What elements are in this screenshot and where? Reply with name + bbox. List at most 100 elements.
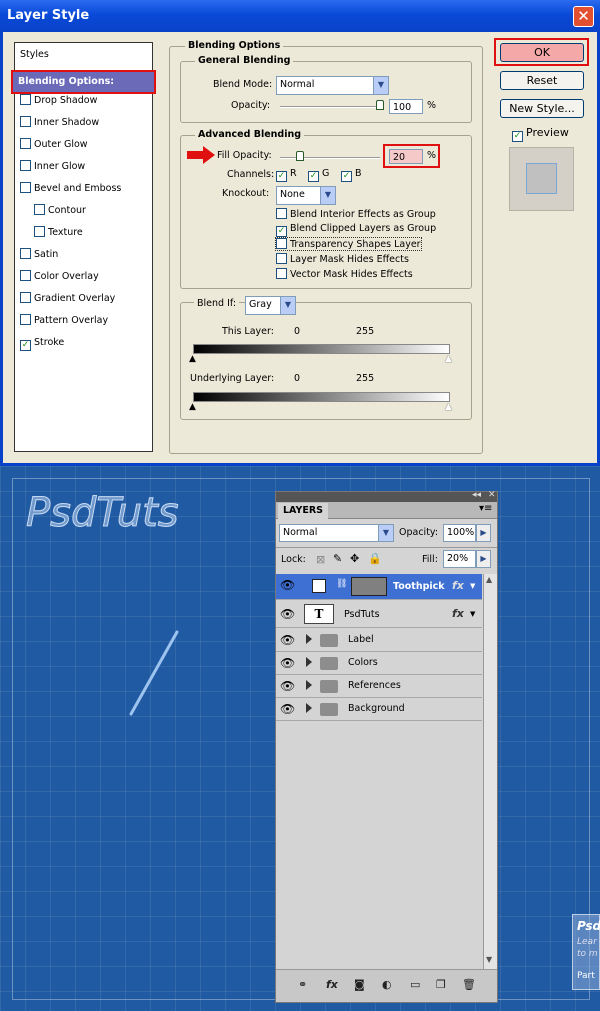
slider-handle-black[interactable]: ▲ — [189, 354, 196, 364]
checkbox[interactable] — [20, 248, 31, 259]
mask-icon[interactable]: ◙ — [354, 978, 365, 991]
style-item-drop-shadow[interactable]: Drop Shadow — [15, 91, 152, 111]
fx-icon[interactable]: fx — [452, 579, 464, 592]
layer-name[interactable]: References — [348, 680, 401, 691]
opt-blend-clipped[interactable]: ✓ Blend Clipped Layers as Group — [276, 223, 436, 237]
lock-paint-icon[interactable]: ✎ — [333, 552, 342, 565]
close-icon[interactable]: ✕ — [488, 490, 496, 500]
opt-transparency-shapes[interactable]: Transparency Shapes Layer — [275, 237, 422, 251]
opt-blend-interior[interactable]: Blend Interior Effects as Group — [276, 208, 436, 220]
opt-layer-mask-hides[interactable]: Layer Mask Hides Effects — [276, 253, 409, 265]
layer-group-colors[interactable]: 👁 Colors — [276, 652, 482, 675]
slider-handle-white[interactable]: ▲ — [445, 354, 452, 364]
checkbox[interactable] — [20, 160, 31, 171]
channel-b[interactable]: ✓ B — [341, 168, 362, 182]
checkbox[interactable] — [20, 270, 31, 281]
fill-input[interactable]: 20% — [443, 550, 476, 568]
chain-link-icon[interactable]: ⛓ — [336, 579, 347, 589]
folder-icon[interactable]: ▭ — [410, 978, 420, 991]
layer-name[interactable]: Toothpick — [393, 581, 445, 592]
checkbox-checked[interactable]: ✓ — [276, 171, 287, 182]
checkbox[interactable] — [20, 116, 31, 127]
checkbox[interactable] — [276, 253, 287, 264]
eye-icon[interactable]: 👁 — [280, 633, 296, 647]
checkbox-checked[interactable]: ✓ — [512, 131, 523, 142]
checkbox-checked[interactable]: ✓ — [20, 340, 31, 351]
style-item-outer-glow[interactable]: Outer Glow — [15, 135, 152, 155]
lock-transparent-icon[interactable]: ⊠ — [316, 553, 325, 566]
preview-checkbox[interactable]: ✓ Preview — [512, 126, 569, 142]
channel-r[interactable]: ✓ R — [276, 168, 297, 182]
new-style-button[interactable]: New Style... — [500, 99, 584, 118]
slider-handle-black[interactable]: ▲ — [189, 402, 196, 412]
checkbox[interactable] — [34, 204, 45, 215]
checkbox[interactable] — [276, 208, 287, 219]
trash-icon[interactable]: 🗑 — [462, 978, 476, 991]
lock-move-icon[interactable]: ✥ — [350, 552, 359, 565]
ok-button[interactable]: OK — [500, 43, 584, 62]
eye-icon[interactable]: 👁 — [280, 656, 296, 670]
fill-opacity-slider-handle[interactable] — [296, 151, 304, 161]
layer-row-toothpick[interactable]: 👁 ⛓ Toothpick fx ▼ — [276, 574, 482, 600]
checkbox[interactable] — [20, 292, 31, 303]
expand-effects-icon[interactable]: ▼ — [470, 582, 475, 590]
opacity-slider[interactable] — [280, 106, 380, 108]
close-button[interactable]: ✕ — [573, 6, 594, 27]
channel-g[interactable]: ✓ G — [308, 168, 329, 182]
style-item-inner-shadow[interactable]: Inner Shadow — [15, 113, 152, 133]
slider-handle-white[interactable]: ▲ — [445, 402, 452, 412]
style-item-color-overlay[interactable]: Color Overlay — [15, 267, 152, 287]
layer-blend-mode-select[interactable]: Normal ▼ — [279, 524, 394, 542]
disclosure-triangle-icon[interactable] — [306, 703, 312, 713]
checkbox[interactable] — [20, 314, 31, 325]
tab-layers[interactable]: LAYERS — [278, 503, 328, 519]
eye-icon[interactable]: 👁 — [280, 578, 296, 592]
fx-icon[interactable]: fx — [326, 978, 338, 991]
fill-opacity-slider[interactable] — [280, 157, 380, 159]
blend-if-select[interactable]: Gray ▼ — [245, 296, 296, 315]
checkbox-checked[interactable]: ✓ — [308, 171, 319, 182]
layer-group-background[interactable]: 👁 Background — [276, 698, 482, 721]
layer-name[interactable]: PsdTuts — [344, 609, 380, 620]
checkbox-checked[interactable]: ✓ — [341, 171, 352, 182]
fill-opacity-input[interactable]: 20 — [389, 149, 423, 164]
adjustment-icon[interactable]: ◐ — [382, 978, 392, 991]
opacity-slider-handle[interactable] — [376, 100, 384, 110]
fill-flyout-arrow[interactable]: ▶ — [476, 550, 491, 568]
disclosure-triangle-icon[interactable] — [306, 657, 312, 667]
layer-group-label[interactable]: 👁 Label — [276, 629, 482, 652]
checkbox[interactable] — [276, 238, 287, 249]
checkbox[interactable] — [34, 226, 45, 237]
style-item-bevel-emboss[interactable]: Bevel and Emboss — [15, 179, 152, 199]
scroll-down-icon[interactable]: ▼ — [486, 955, 492, 964]
checkbox[interactable] — [20, 182, 31, 193]
layer-opacity-input[interactable]: 100% — [443, 524, 476, 542]
disclosure-triangle-icon[interactable] — [306, 680, 312, 690]
link-icon[interactable]: ⚭ — [298, 978, 307, 991]
layer-row-psdtuts[interactable]: 👁 T PsdTuts fx ▼ — [276, 601, 482, 628]
style-item-texture[interactable]: Texture — [15, 223, 152, 243]
layers-scrollbar[interactable]: ▲ ▼ — [483, 574, 497, 969]
style-item-gradient-overlay[interactable]: Gradient Overlay — [15, 289, 152, 309]
style-item-stroke[interactable]: ✓ Stroke — [15, 333, 152, 353]
opt-vector-mask-hides[interactable]: Vector Mask Hides Effects — [276, 268, 413, 280]
layer-name[interactable]: Colors — [348, 657, 378, 668]
disclosure-triangle-icon[interactable] — [306, 634, 312, 644]
styles-header[interactable]: Styles — [15, 45, 152, 65]
style-item-pattern-overlay[interactable]: Pattern Overlay — [15, 311, 152, 331]
fx-icon[interactable]: fx — [452, 607, 464, 620]
expand-effects-icon[interactable]: ▼ — [470, 610, 475, 618]
dialog-titlebar[interactable]: Layer Style — [0, 0, 600, 32]
style-item-satin[interactable]: Satin — [15, 245, 152, 265]
palette-menu-icon[interactable]: ▾≡ — [479, 503, 492, 514]
reset-button[interactable]: Reset — [500, 71, 584, 90]
new-layer-icon[interactable]: ❐ — [436, 978, 446, 991]
scroll-up-icon[interactable]: ▲ — [486, 575, 492, 584]
checkbox[interactable] — [20, 138, 31, 149]
palette-titlebar[interactable]: ◂◂ ✕ — [276, 490, 497, 502]
lock-all-icon[interactable]: 🔒 — [368, 552, 382, 565]
checkbox[interactable] — [276, 268, 287, 279]
layer-name[interactable]: Label — [348, 634, 374, 645]
layer-group-references[interactable]: 👁 References — [276, 675, 482, 698]
opacity-flyout-arrow[interactable]: ▶ — [476, 524, 491, 542]
